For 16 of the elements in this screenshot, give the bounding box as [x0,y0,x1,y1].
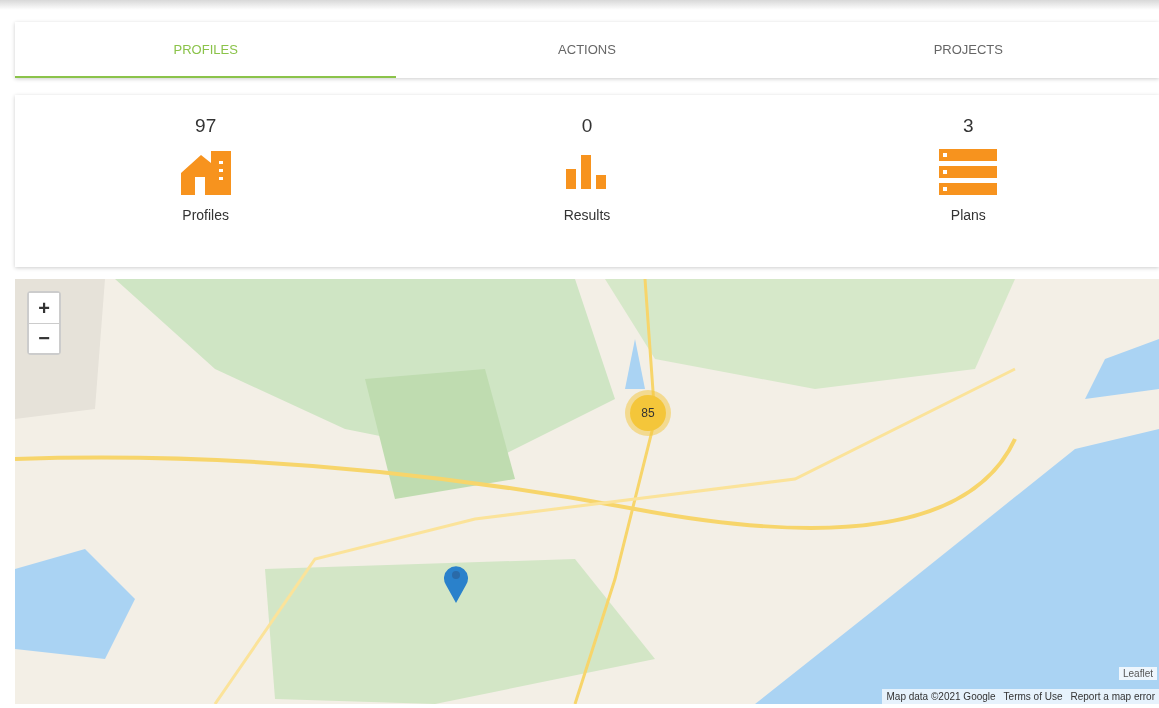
stat-label: Profiles [182,207,229,223]
stat-count: 0 [581,115,593,137]
attribution-link[interactable]: Terms of Use [1003,691,1063,702]
house-icon [180,149,231,195]
stat-count: 3 [963,115,974,137]
stat-label: Results [563,207,611,223]
zoom-out-button[interactable]: − [29,323,59,353]
attribution-link[interactable]: Report a map error [1070,691,1155,702]
map-pin-icon[interactable] [443,563,469,603]
tab[interactable]: PROJECTS [777,22,1159,78]
leaflet-link[interactable]: Leaflet [1118,667,1157,680]
tab[interactable]: ACTIONS [396,22,778,78]
stat-count: 97 [195,115,217,137]
stat-label: Plans [950,207,986,223]
attribution-link[interactable]: Map data ©2021 Google [886,691,996,702]
list-icon [939,149,998,195]
